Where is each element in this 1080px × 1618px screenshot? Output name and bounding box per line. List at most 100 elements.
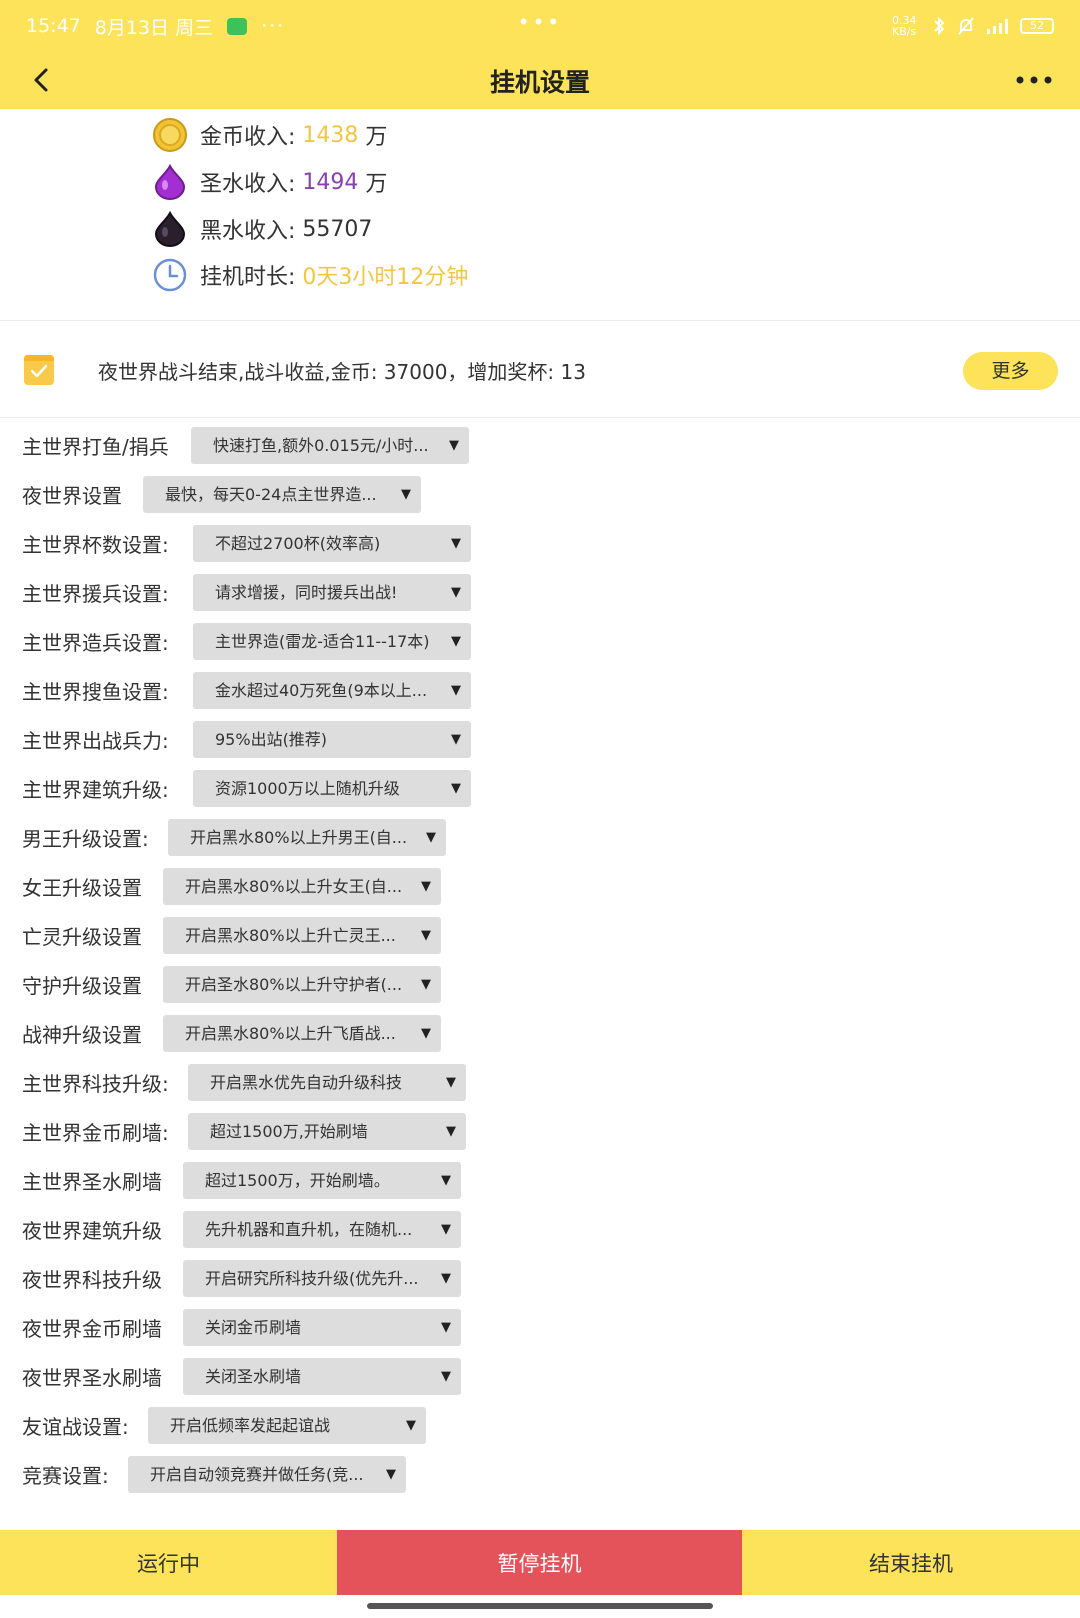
setting-select[interactable]: 金水超过40万死鱼(9本以上... ▼ bbox=[193, 672, 471, 709]
setting-select[interactable]: 不超过2700杯(效率高) ▼ bbox=[193, 525, 471, 562]
running-status-button[interactable]: 运行中 bbox=[0, 1530, 337, 1595]
page-title: 挂机设置 bbox=[489, 67, 590, 97]
setting-label: 主世界圣水刷墙 bbox=[22, 1169, 162, 1194]
setting-select[interactable]: 开启黑水80%以上升女王(自... ▼ bbox=[163, 868, 441, 905]
dropdown-arrow-icon: ▼ bbox=[421, 928, 431, 943]
setting-select[interactable]: 开启黑水80%以上升男王(自... ▼ bbox=[168, 819, 446, 856]
dropdown-arrow-icon: ▼ bbox=[446, 1124, 456, 1139]
checkbox-icon bbox=[24, 355, 54, 385]
setting-select[interactable]: 资源1000万以上随机升级 ▼ bbox=[193, 770, 471, 807]
setting-row: 主世界援兵设置: bbox=[22, 573, 169, 611]
dropdown-arrow-icon: ▼ bbox=[441, 1173, 451, 1188]
setting-select[interactable]: 快速打鱼,额外0.015元/小时... ▼ bbox=[191, 427, 469, 464]
gold-income-row: 金币收入: 1438 万 bbox=[152, 117, 387, 153]
dropdown-arrow-icon: ▼ bbox=[451, 536, 461, 551]
dark-income-row: 黑水收入: 55707 bbox=[152, 211, 372, 247]
setting-label: 主世界科技升级: bbox=[22, 1071, 169, 1096]
clock-icon bbox=[153, 258, 187, 292]
dropdown-arrow-icon: ▼ bbox=[401, 487, 411, 502]
setting-row: 夜世界科技升级 bbox=[22, 1259, 162, 1297]
setting-label: 夜世界设置 bbox=[22, 483, 122, 508]
setting-label: 主世界出战兵力: bbox=[22, 728, 169, 753]
dropdown-arrow-icon: ▼ bbox=[386, 1467, 396, 1482]
elixir-income-label: 圣水收入: bbox=[200, 172, 296, 197]
more-options-icon[interactable] bbox=[1016, 76, 1052, 84]
gold-income-unit: 万 bbox=[365, 125, 388, 150]
dropdown-arrow-icon: ▼ bbox=[451, 634, 461, 649]
log-message: 夜世界战斗结束,战斗收益,金币: 37000，增加奖杯: 13 bbox=[98, 360, 586, 384]
setting-label: 主世界搜鱼设置: bbox=[22, 679, 169, 704]
dropdown-arrow-icon: ▼ bbox=[421, 879, 431, 894]
setting-label: 战神升级设置 bbox=[22, 1022, 142, 1047]
setting-row: 主世界搜鱼设置: bbox=[22, 671, 169, 709]
duration-label: 挂机时长: bbox=[200, 265, 296, 290]
elixir-income-unit: 万 bbox=[365, 172, 388, 197]
setting-label: 夜世界科技升级 bbox=[22, 1267, 162, 1292]
setting-row: 主世界打鱼/捐兵 bbox=[22, 426, 169, 464]
dropdown-arrow-icon: ▼ bbox=[441, 1320, 451, 1335]
settings-list: 主世界打鱼/捐兵 快速打鱼,额外0.015元/小时... ▼ 夜世界设置 最快，每… bbox=[0, 418, 1080, 1530]
setting-row: 夜世界金币刷墙 bbox=[22, 1308, 162, 1346]
dropdown-arrow-icon: ▼ bbox=[451, 781, 461, 796]
dropdown-arrow-icon: ▼ bbox=[406, 1418, 416, 1433]
setting-select[interactable]: 超过1500万，开始刷墙。 ▼ bbox=[183, 1162, 461, 1199]
dropdown-arrow-icon: ▼ bbox=[426, 830, 436, 845]
dropdown-arrow-icon: ▼ bbox=[421, 977, 431, 992]
setting-select[interactable]: 关闭金币刷墙 ▼ bbox=[183, 1309, 461, 1346]
setting-select[interactable]: 开启研究所科技升级(优先升... ▼ bbox=[183, 1260, 461, 1297]
setting-row: 主世界科技升级: bbox=[22, 1063, 169, 1101]
dropdown-arrow-icon: ▼ bbox=[441, 1222, 451, 1237]
setting-select[interactable]: 主世界造(雷龙-适合11--17本) ▼ bbox=[193, 623, 471, 660]
setting-select[interactable]: 95%出站(推荐) ▼ bbox=[193, 721, 471, 758]
setting-select[interactable]: 开启圣水80%以上升守护者(... ▼ bbox=[163, 966, 441, 1003]
income-summary: 金币收入: 1438 万 圣水收入: 1494 万 黑水收入: 55707 挂机… bbox=[0, 109, 1080, 321]
more-logs-button[interactable]: 更多 bbox=[963, 352, 1058, 390]
setting-label: 亡灵升级设置 bbox=[22, 924, 142, 949]
setting-select[interactable]: 开启自动领竞赛并做任务(竞... ▼ bbox=[128, 1456, 406, 1493]
setting-row: 战神升级设置 bbox=[22, 1014, 142, 1052]
home-indicator[interactable] bbox=[367, 1603, 713, 1609]
dropdown-arrow-icon: ▼ bbox=[446, 1075, 456, 1090]
setting-label: 竞赛设置: bbox=[22, 1463, 109, 1488]
elixir-income-row: 圣水收入: 1494 万 bbox=[152, 164, 387, 200]
dropdown-arrow-icon: ▼ bbox=[451, 683, 461, 698]
gold-income-label: 金币收入: bbox=[200, 125, 296, 150]
setting-select[interactable]: 开启黑水优先自动升级科技 ▼ bbox=[188, 1064, 466, 1101]
setting-label: 男王升级设置: bbox=[22, 826, 149, 851]
app-screen: 15:47 8月13日 周三 ··· ••• 0.34 KB/s 52 挂机设置… bbox=[0, 0, 1080, 1618]
dropdown-arrow-icon: ▼ bbox=[441, 1369, 451, 1384]
multitask-dots: ••• bbox=[517, 10, 563, 34]
setting-select[interactable]: 超过1500万,开始刷墙 ▼ bbox=[188, 1113, 466, 1150]
latest-log: 夜世界战斗结束,战斗收益,金币: 37000，增加奖杯: 13 更多 bbox=[0, 322, 1080, 418]
setting-row: 夜世界设置 bbox=[22, 475, 122, 513]
pause-button[interactable]: 暂停挂机 bbox=[337, 1530, 742, 1595]
duration-value: 0天3小时12分钟 bbox=[302, 265, 469, 290]
setting-row: 女王升级设置 bbox=[22, 867, 142, 905]
setting-row: 主世界圣水刷墙 bbox=[22, 1161, 162, 1199]
setting-row: 友谊战设置: bbox=[22, 1406, 129, 1444]
setting-label: 友谊战设置: bbox=[22, 1414, 129, 1439]
setting-label: 主世界杯数设置: bbox=[22, 532, 169, 557]
dropdown-arrow-icon: ▼ bbox=[451, 585, 461, 600]
dropdown-arrow-icon: ▼ bbox=[451, 732, 461, 747]
setting-row: 主世界金币刷墙: bbox=[22, 1112, 169, 1150]
setting-label: 主世界援兵设置: bbox=[22, 581, 169, 606]
back-arrow-icon[interactable] bbox=[30, 66, 54, 94]
setting-select[interactable]: 请求增援，同时援兵出战! ▼ bbox=[193, 574, 471, 611]
setting-select[interactable]: 开启黑水80%以上升亡灵王... ▼ bbox=[163, 917, 441, 954]
setting-select[interactable]: 先升机器和直升机，在随机... ▼ bbox=[183, 1211, 461, 1248]
dark-income-value: 55707 bbox=[302, 216, 373, 242]
setting-select[interactable]: 开启低频率发起起谊战 ▼ bbox=[148, 1407, 426, 1444]
setting-row: 夜世界建筑升级 bbox=[22, 1210, 162, 1248]
setting-select[interactable]: 关闭圣水刷墙 ▼ bbox=[183, 1358, 461, 1395]
setting-row: 主世界出战兵力: bbox=[22, 720, 169, 758]
gold-income-value: 1438 bbox=[302, 122, 359, 148]
setting-label: 女王升级设置 bbox=[22, 875, 142, 900]
status-bar: 15:47 8月13日 周三 ··· ••• 0.34 KB/s 52 bbox=[0, 0, 1080, 52]
setting-select[interactable]: 最快，每天0-24点主世界造... ▼ bbox=[143, 476, 421, 513]
setting-row: 夜世界圣水刷墙 bbox=[22, 1357, 162, 1395]
setting-row: 男王升级设置: bbox=[22, 818, 149, 856]
end-button[interactable]: 结束挂机 bbox=[742, 1530, 1080, 1595]
setting-select[interactable]: 开启黑水80%以上升飞盾战... ▼ bbox=[163, 1015, 441, 1052]
setting-row: 主世界杯数设置: bbox=[22, 524, 169, 562]
